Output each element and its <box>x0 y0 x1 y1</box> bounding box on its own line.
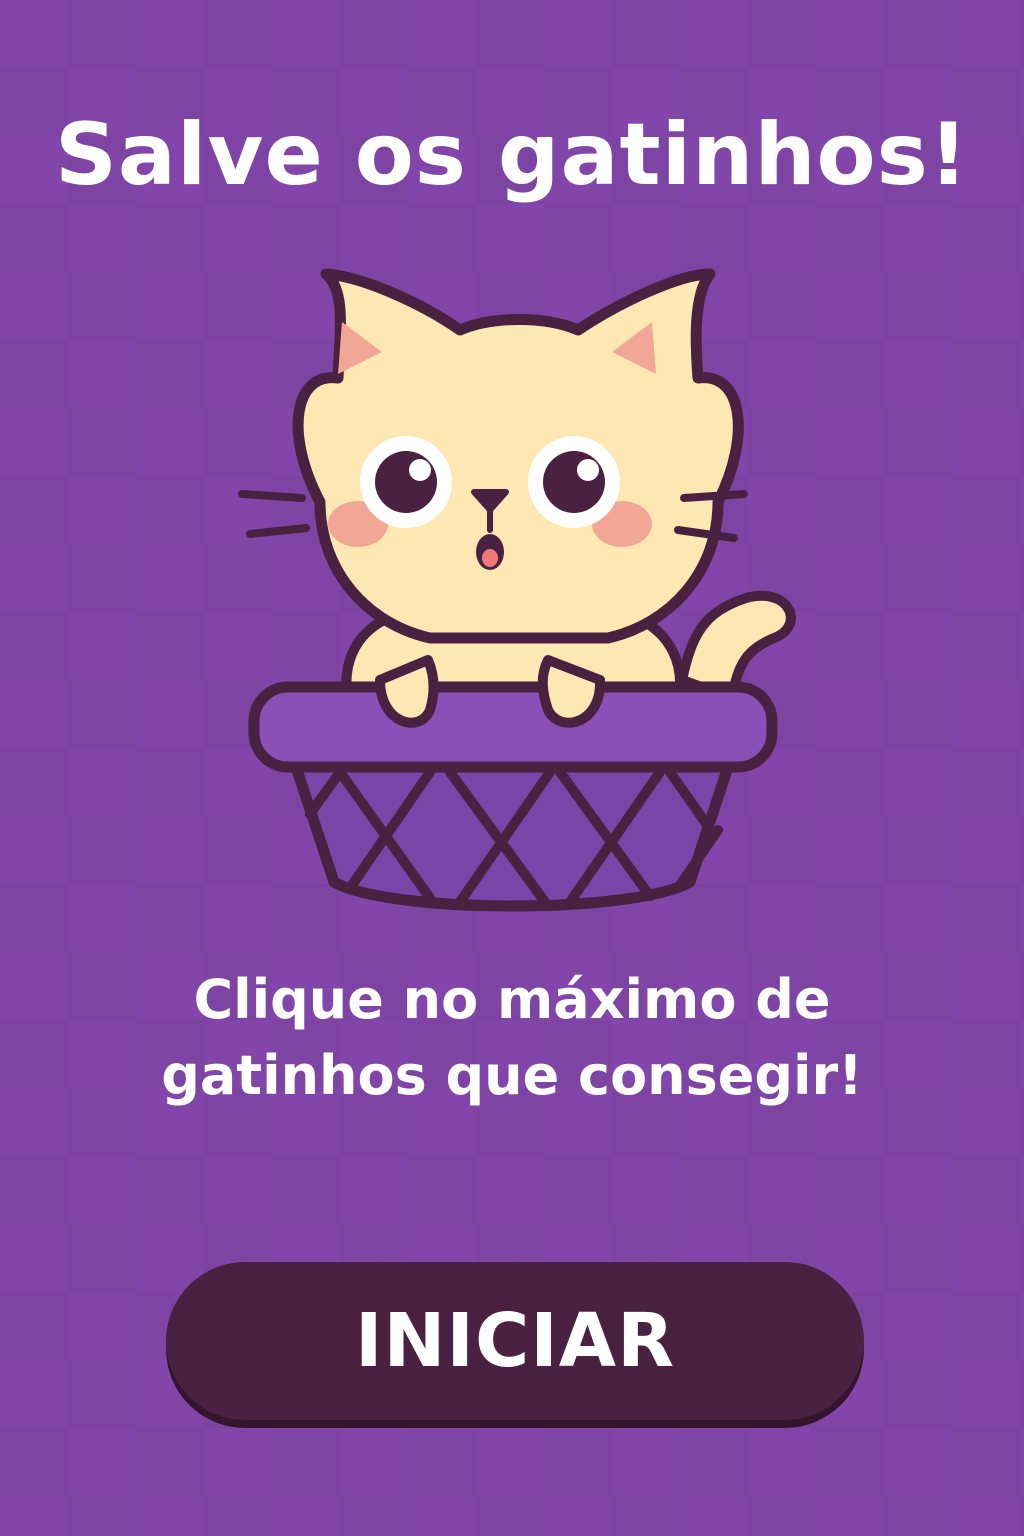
instructions-text: Clique no máximo de gatinhos que consegi… <box>161 968 863 1107</box>
start-screen: Salve os gatinhos! Clique no máximo de g… <box>0 0 1024 1536</box>
cat-in-basket-icon <box>230 262 810 922</box>
start-button[interactable]: INICIAR <box>166 1262 864 1420</box>
game-title: Salve os gatinhos! <box>54 105 970 205</box>
